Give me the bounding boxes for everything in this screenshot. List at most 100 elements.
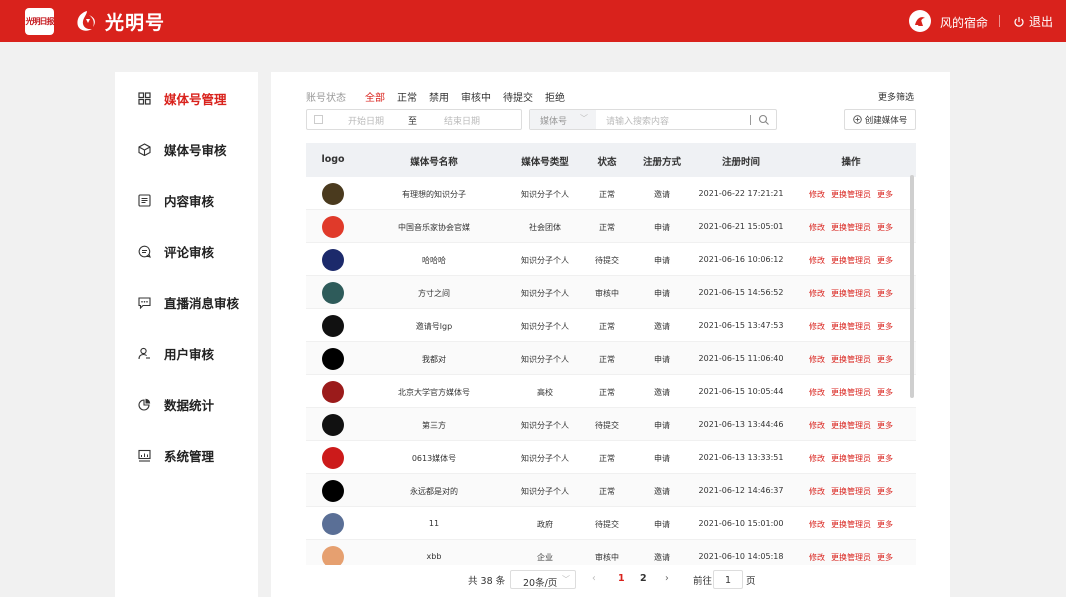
search-input[interactable]: 请输入搜索内容 (606, 114, 669, 127)
change-admin-button[interactable]: 更换管理员 (831, 256, 871, 265)
cell-method: 邀请 (654, 322, 670, 331)
logout-button[interactable]: 退出 (1013, 13, 1053, 30)
cell-type: 知识分子个人 (521, 190, 569, 199)
cell-status: 正常 (599, 487, 615, 496)
edit-button[interactable]: 修改 (809, 520, 825, 529)
page-size-select[interactable]: 20条/页 ﹀ (510, 570, 576, 589)
page-button-1[interactable]: 1 (618, 573, 625, 584)
more-button[interactable]: 更多 (877, 553, 893, 562)
sidebar-item-content-review[interactable]: 内容审核 (115, 186, 258, 214)
cell-method: 申请 (654, 256, 670, 265)
sidebar-item-media-review[interactable]: 媒体号审核 (115, 135, 258, 163)
status-option-disabled[interactable]: 禁用 (429, 89, 449, 104)
monitor-icon (137, 448, 151, 462)
edit-button[interactable]: 修改 (809, 553, 825, 562)
sidebar-item-user-review[interactable]: 用户审核 (115, 339, 258, 367)
change-admin-button[interactable]: 更换管理员 (831, 289, 871, 298)
more-button[interactable]: 更多 (877, 322, 893, 331)
sidebar-item-system-management[interactable]: 系统管理 (115, 441, 258, 469)
more-button[interactable]: 更多 (877, 289, 893, 298)
edit-button[interactable]: 修改 (809, 190, 825, 199)
search-divider (750, 115, 751, 125)
search-type-select[interactable]: 媒体号 ﹀ (530, 110, 596, 129)
column-header: 状态 (597, 157, 617, 168)
table-row: 永远都是对的 知识分子个人 正常 邀请 2021-06-12 14:46:37 修改 更换管… (306, 474, 916, 507)
more-button[interactable]: 更多 (877, 520, 893, 529)
cell-status: 正常 (599, 223, 615, 232)
table-scrollbar[interactable] (910, 175, 914, 398)
more-button[interactable]: 更多 (877, 190, 893, 199)
logout-label: 退出 (1029, 15, 1054, 29)
edit-button[interactable]: 修改 (809, 256, 825, 265)
change-admin-button[interactable]: 更换管理员 (831, 421, 871, 430)
more-button[interactable]: 更多 (877, 256, 893, 265)
edit-button[interactable]: 修改 (809, 355, 825, 364)
page-button-2[interactable]: 2 (640, 573, 647, 584)
change-admin-button[interactable]: 更换管理员 (831, 520, 871, 529)
status-option-normal[interactable]: 正常 (397, 89, 417, 104)
user-name[interactable]: 风的宿命 (940, 14, 988, 31)
cell-time: 2021-06-13 13:44:46 (698, 420, 784, 429)
cube-icon (137, 142, 151, 156)
status-option-all[interactable]: 全部 (365, 89, 385, 104)
sidebar-item-label: 评论审核 (164, 244, 215, 260)
table-row: xbb 企业 审核中 邀请 2021-06-10 14:05:18 修改 更换管理员 更多 (306, 540, 916, 565)
cell-time: 2021-06-10 15:01:00 (698, 519, 784, 528)
more-button[interactable]: 更多 (877, 355, 893, 364)
user-icon (137, 346, 151, 360)
next-page-icon[interactable]: › (665, 573, 669, 584)
change-admin-button[interactable]: 更换管理员 (831, 388, 871, 397)
more-filters-link[interactable]: 更多筛选 (878, 90, 914, 103)
prev-page-icon[interactable]: ‹ (592, 573, 596, 584)
cell-name: 中国音乐家协会官媒 (398, 223, 470, 232)
sidebar-item-statistics[interactable]: 数据统计 (115, 390, 258, 418)
top-header: 光明日报 光明号 风的宿命 退出 (0, 0, 1066, 42)
goto-page-input[interactable]: 1 (713, 570, 743, 589)
comment-icon (137, 244, 151, 258)
edit-button[interactable]: 修改 (809, 289, 825, 298)
create-media-button[interactable]: 创建媒体号 (844, 109, 916, 130)
sidebar-item-media-management[interactable]: 媒体号管理 (115, 84, 258, 112)
edit-button[interactable]: 修改 (809, 388, 825, 397)
edit-button[interactable]: 修改 (809, 487, 825, 496)
more-button[interactable]: 更多 (877, 487, 893, 496)
change-admin-button[interactable]: 更换管理员 (831, 223, 871, 232)
cell-name: 11 (428, 519, 440, 528)
newspaper-logo[interactable]: 光明日报 (25, 8, 55, 35)
change-admin-button[interactable]: 更换管理员 (831, 454, 871, 463)
edit-button[interactable]: 修改 (809, 421, 825, 430)
sidebar-item-comment-review[interactable]: 评论审核 (115, 237, 258, 265)
sidebar-item-live-message-review[interactable]: 直播消息审核 (115, 288, 258, 316)
cell-time: 2021-06-15 14:56:52 (698, 288, 784, 297)
cell-time: 2021-06-12 14:46:37 (698, 486, 784, 495)
cell-type: 知识分子个人 (521, 421, 569, 430)
cell-status: 待提交 (595, 520, 619, 529)
change-admin-button[interactable]: 更换管理员 (831, 190, 871, 199)
more-button[interactable]: 更多 (877, 388, 893, 397)
user-avatar[interactable] (909, 10, 931, 32)
chat-icon (137, 295, 151, 309)
cell-time: 2021-06-21 15:05:01 (698, 222, 784, 231)
date-start-field[interactable]: 开始日期 (348, 114, 384, 127)
change-admin-button[interactable]: 更换管理员 (831, 355, 871, 364)
plus-circle-icon (852, 115, 862, 124)
edit-button[interactable]: 修改 (809, 223, 825, 232)
more-button[interactable]: 更多 (877, 454, 893, 463)
sidebar-item-label: 媒体号管理 (164, 91, 227, 107)
edit-button[interactable]: 修改 (809, 322, 825, 331)
more-button[interactable]: 更多 (877, 421, 893, 430)
sidebar: 媒体号管理 媒体号审核 内容审核 评论审核 直播消息审核 用户审核 数据统计 系… (115, 72, 258, 597)
date-range-picker[interactable]: 开始日期 至 结束日期 (306, 109, 522, 130)
media-logo (322, 348, 344, 370)
date-end-field[interactable]: 结束日期 (444, 114, 480, 127)
more-button[interactable]: 更多 (877, 223, 893, 232)
change-admin-button[interactable]: 更换管理员 (831, 487, 871, 496)
status-option-reviewing[interactable]: 审核中 (461, 89, 491, 104)
edit-button[interactable]: 修改 (809, 454, 825, 463)
change-admin-button[interactable]: 更换管理员 (831, 322, 871, 331)
status-option-rejected[interactable]: 拒绝 (545, 89, 565, 104)
change-admin-button[interactable]: 更换管理员 (831, 553, 871, 562)
media-logo (322, 414, 344, 436)
search-icon[interactable] (758, 114, 770, 126)
status-option-pending[interactable]: 待提交 (503, 89, 533, 104)
